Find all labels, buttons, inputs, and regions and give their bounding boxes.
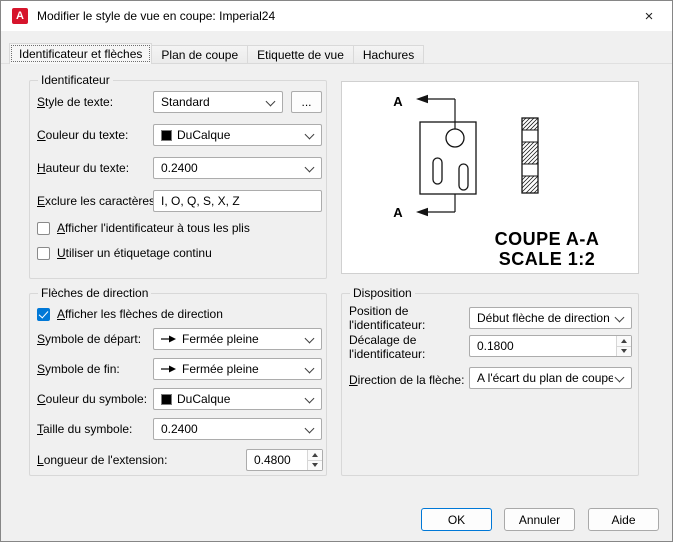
color-swatch-icon [161,129,172,141]
help-button[interactable]: Aide [588,508,659,531]
checkbox-unchecked-icon [37,221,50,235]
section-view-drawing: A A COUPE A-A SCALE 1:2 [393,94,600,269]
arrow-direction-select[interactable]: A l'écart du plan de coupe [469,367,632,389]
chevron-down-icon [614,372,625,383]
spinner-buttons [307,450,322,470]
identifier-offset-label: Décalage de l'identificateur: [349,333,426,361]
chevron-down-icon [304,423,315,434]
exclude-chars-label: Exclure les caractères: [37,194,159,208]
autocad-app-icon: A [12,8,28,24]
text-height-value: 0.2400 [161,161,198,175]
close-icon: × [644,7,654,25]
symbol-color-value: DuCalque [177,392,231,406]
identifier-position-label: Position de l'identificateur: [349,304,426,332]
identifier-position-value: Début flèche de direction [477,311,610,325]
exclude-chars-input[interactable] [153,190,322,212]
text-style-label: Style de texte: [37,95,114,109]
window-title: Modifier le style de vue en coupe: Imper… [37,9,276,23]
show-direction-arrows-label: Afficher les flèches de direction [57,307,223,321]
show-at-folds-label: Afficher l'identificateur à tous les pli… [57,221,250,235]
check-icon [38,307,49,319]
identifier-position-select[interactable]: Début flèche de direction [469,307,632,329]
start-symbol-label: Symbole de départ: [37,332,142,346]
preview-image: A A COUPE A-A SCALE 1:2 [341,81,639,274]
chevron-down-icon [304,393,315,404]
extension-length-label: Longueur de l'extension: [37,453,168,467]
show-direction-arrows-checkbox[interactable]: Afficher les flèches de direction [37,306,223,322]
text-height-label: Hauteur du texte: [37,161,130,175]
continuous-labeling-label: Utiliser un étiquetage continu [57,246,212,260]
filled-arrow-icon [161,335,176,343]
chevron-down-icon [265,96,276,107]
preview-caption-line2: SCALE 1:2 [499,249,596,269]
extension-length-spinner[interactable]: 0.4800 [246,449,323,471]
text-style-browse-button[interactable]: ... [291,91,322,113]
disposition-group-title: Disposition [350,286,415,301]
chevron-down-icon [304,129,315,140]
spin-up-icon [312,452,318,457]
preview-caption-line1: COUPE A-A [495,229,600,249]
start-symbol-select[interactable]: Fermée pleine [153,328,322,350]
checkbox-checked-icon [37,307,50,321]
checkbox-unchecked-icon [37,246,50,260]
end-symbol-select[interactable]: Fermée pleine [153,358,322,380]
spin-up-icon [621,338,627,343]
tab-bar: Identificateur et flèches Plan de coupe … [9,43,425,64]
start-symbol-value: Fermée pleine [182,332,259,346]
tab-hachures[interactable]: Hachures [353,45,425,64]
cancel-button[interactable]: Annuler [504,508,575,531]
direction-arrows-group-title: Flèches de direction [38,286,152,301]
spin-up-button[interactable] [616,336,631,346]
symbol-size-select[interactable]: 0.2400 [153,418,322,440]
text-color-select[interactable]: DuCalque [153,124,322,146]
arrow-direction-label: Direction de la flèche: [349,373,465,387]
spin-up-button[interactable] [307,450,322,460]
end-symbol-label: Symbole de fin: [37,362,120,376]
text-height-select[interactable]: 0.2400 [153,157,322,179]
text-style-value: Standard [161,95,210,109]
identifier-offset-spinner[interactable]: 0.1800 [469,335,632,357]
show-at-folds-checkbox[interactable]: Afficher l'identificateur à tous les pli… [37,220,250,236]
spin-down-icon [621,349,627,354]
title-bar[interactable]: A Modifier le style de vue en coupe: Imp… [1,1,672,31]
spin-down-button[interactable] [307,459,322,470]
chevron-down-icon [614,312,625,323]
chevron-down-icon [304,162,315,173]
text-color-value: DuCalque [177,128,231,142]
identifier-group-title: Identificateur [38,73,113,88]
symbol-color-select[interactable]: DuCalque [153,388,322,410]
arrow-direction-value: A l'écart du plan de coupe [477,371,613,385]
symbol-size-label: Taille du symbole: [37,422,133,436]
filled-arrow-icon [161,365,176,373]
spinner-buttons [616,336,631,356]
tab-etiquette-de-vue[interactable]: Etiquette de vue [248,45,354,64]
symbol-color-label: Couleur du symbole: [37,392,148,406]
continuous-labeling-checkbox[interactable]: Utiliser un étiquetage continu [37,245,212,261]
extension-length-value: 0.4800 [254,453,291,467]
hatch-lines [521,117,539,194]
identifier-offset-value: 0.1800 [477,339,514,353]
section-view-style-dialog: A Modifier le style de vue en coupe: Imp… [0,0,673,542]
end-symbol-value: Fermée pleine [182,362,259,376]
symbol-size-value: 0.2400 [161,422,198,436]
close-button[interactable]: × [626,1,672,31]
text-style-select[interactable]: Standard [153,91,283,113]
color-swatch-icon [161,393,172,405]
chevron-down-icon [304,363,315,374]
ok-button[interactable]: OK [421,508,492,531]
section-label-bottom: A [393,205,403,220]
tab-identificateur-et-fleches[interactable]: Identificateur et flèches [9,43,153,64]
chevron-down-icon [304,333,315,344]
tab-plan-de-coupe[interactable]: Plan de coupe [152,45,249,64]
section-label-top: A [393,94,403,109]
text-color-label: Couleur du texte: [37,128,129,142]
spin-down-icon [312,463,318,468]
spin-down-button[interactable] [616,345,631,356]
